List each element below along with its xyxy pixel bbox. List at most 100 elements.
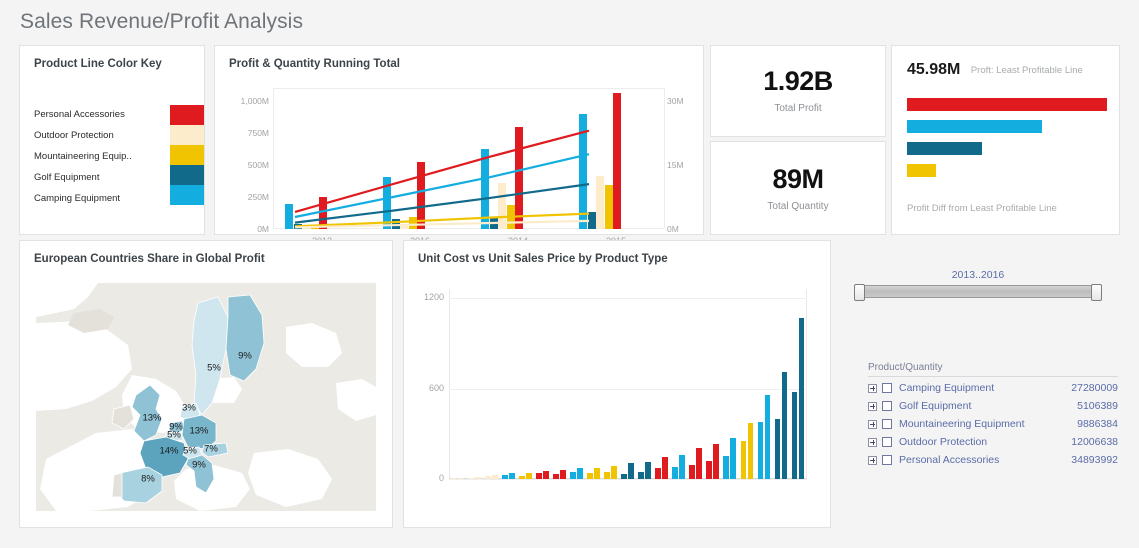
list-item[interactable] xyxy=(781,371,788,479)
year-range-handle-left[interactable] xyxy=(854,284,865,301)
panel-europe-profit-share: European Countries Share in Global Profi… xyxy=(19,240,393,528)
profit-diff-bar-0[interactable] xyxy=(907,98,1107,111)
list-item[interactable] xyxy=(474,477,481,479)
unit-cost-y-tick-1: 600 xyxy=(428,382,444,393)
list-item[interactable] xyxy=(604,471,610,479)
list-item[interactable] xyxy=(774,418,781,479)
panel-title-map: European Countries Share in Global Profi… xyxy=(34,253,265,265)
plus-icon[interactable] xyxy=(868,383,877,393)
list-item[interactable]: Camping Equipment 27280009 xyxy=(868,379,1118,397)
panel-product-line-color-key: Product Line Color Key Personal Accessor… xyxy=(19,45,205,235)
kpi-total-quantity-label: Total Quantity xyxy=(767,201,829,212)
list-item[interactable] xyxy=(706,460,713,479)
list-item[interactable] xyxy=(542,470,549,479)
list-item[interactable] xyxy=(552,474,559,479)
unit-cost-gridline-2 xyxy=(449,298,807,300)
checkbox-icon[interactable] xyxy=(882,419,892,429)
profit-diff-value: 45.98M xyxy=(907,61,961,78)
list-item[interactable] xyxy=(611,465,617,479)
kpi-total-profit-value: 1.92B xyxy=(763,66,833,96)
profit-diff-bar-2[interactable] xyxy=(907,142,982,155)
panel-title-color-key: Product Line Color Key xyxy=(34,58,162,70)
running-total-right-tick-0: 0M xyxy=(667,224,679,234)
product-quantity-value: 5106389 xyxy=(1077,400,1118,412)
product-quantity-value: 27280009 xyxy=(1071,382,1118,394)
running-total-right-tick-2: 30M xyxy=(667,95,684,106)
checkbox-icon[interactable] xyxy=(882,383,892,393)
list-item[interactable] xyxy=(764,394,771,479)
list-item[interactable] xyxy=(525,472,532,479)
list-item[interactable] xyxy=(628,462,634,479)
list-item[interactable] xyxy=(467,477,474,479)
list-item[interactable] xyxy=(689,464,696,479)
list-item[interactable] xyxy=(457,477,464,479)
list-item[interactable] xyxy=(798,318,805,479)
list-item[interactable]: Mountaineering Equipment 9886384 xyxy=(868,415,1118,433)
list-item[interactable] xyxy=(535,473,542,479)
profit-diff-bar-1[interactable] xyxy=(907,120,1042,133)
map-label-denmark: 3% xyxy=(182,402,196,414)
list-item[interactable] xyxy=(621,474,627,479)
running-total-right-tick-1: 15M xyxy=(667,159,684,170)
color-key-swatch-0 xyxy=(170,105,204,125)
list-item[interactable] xyxy=(508,472,515,479)
list-item[interactable] xyxy=(594,468,600,479)
running-total-line-2 xyxy=(294,183,590,224)
product-name: Outdoor Protection xyxy=(899,436,988,448)
list-item[interactable] xyxy=(791,392,798,479)
list-item[interactable] xyxy=(645,462,651,479)
map-label-switzerland: 5% xyxy=(183,445,197,457)
list-item[interactable] xyxy=(696,448,703,479)
list-item[interactable] xyxy=(662,456,669,479)
profit-diff-bar-3[interactable] xyxy=(907,164,936,177)
list-item[interactable]: Outdoor Protection 12006638 xyxy=(868,433,1118,451)
unit-cost-gridline-1 xyxy=(449,388,807,390)
list-item[interactable] xyxy=(518,475,525,479)
list-item[interactable] xyxy=(577,468,583,479)
list-item[interactable] xyxy=(723,456,730,479)
list-item[interactable] xyxy=(587,472,593,479)
unit-cost-y-tick-2: 1200 xyxy=(423,292,444,303)
list-item[interactable] xyxy=(638,471,644,479)
list-item[interactable] xyxy=(655,468,662,479)
product-name: Mountaineering Equipment xyxy=(899,418,1025,430)
color-key-swatch-stack xyxy=(170,105,204,205)
list-item[interactable] xyxy=(570,472,576,479)
europe-map-svg xyxy=(36,283,376,511)
checkbox-icon[interactable] xyxy=(882,437,892,447)
controls-column: 2013..2016 Product/Quantity Camping Equi… xyxy=(840,240,1125,528)
year-range-track[interactable] xyxy=(854,284,1102,301)
list-item[interactable] xyxy=(679,454,686,479)
plus-icon[interactable] xyxy=(868,455,877,465)
map-label-italy: 9% xyxy=(192,459,206,471)
map-label-austria: 7% xyxy=(204,443,218,455)
europe-map-canvas[interactable]: 9% 5% 3% 13% 9% 5% 13% 14% 5% 7% 9% 8% xyxy=(36,283,376,511)
checkbox-icon[interactable] xyxy=(882,455,892,465)
list-item[interactable] xyxy=(757,421,764,479)
year-range-slider[interactable]: 2013..2016 xyxy=(854,269,1102,301)
panel-profit-quantity-running-total: Profit & Quantity Running Total 0M 250M 50… xyxy=(214,45,704,246)
list-item[interactable] xyxy=(484,476,491,479)
list-item[interactable] xyxy=(450,478,457,479)
plus-icon[interactable] xyxy=(868,437,877,447)
color-key-swatch-4 xyxy=(170,185,204,205)
plus-icon[interactable] xyxy=(868,401,877,411)
list-item[interactable]: Golf Equipment 5106389 xyxy=(868,397,1118,415)
list-item[interactable] xyxy=(730,438,737,479)
product-name: Personal Accessories xyxy=(899,454,1000,466)
list-item[interactable] xyxy=(491,475,498,479)
plus-icon[interactable] xyxy=(868,419,877,429)
list-item[interactable] xyxy=(713,444,720,479)
list-item[interactable]: Personal Accessories 34893992 xyxy=(868,451,1118,469)
running-total-plot-area xyxy=(273,88,665,229)
product-quantity-value: 12006638 xyxy=(1071,436,1118,448)
checkbox-icon[interactable] xyxy=(882,401,892,411)
running-total-left-tick-4: 1,000M xyxy=(240,95,269,106)
list-item[interactable] xyxy=(740,440,747,479)
list-item[interactable] xyxy=(672,467,679,479)
page-title: Sales Revenue/Profit Analysis xyxy=(20,10,304,33)
list-item[interactable] xyxy=(559,470,566,479)
year-range-handle-right[interactable] xyxy=(1091,284,1102,301)
list-item[interactable] xyxy=(501,474,508,479)
list-item[interactable] xyxy=(747,422,754,479)
